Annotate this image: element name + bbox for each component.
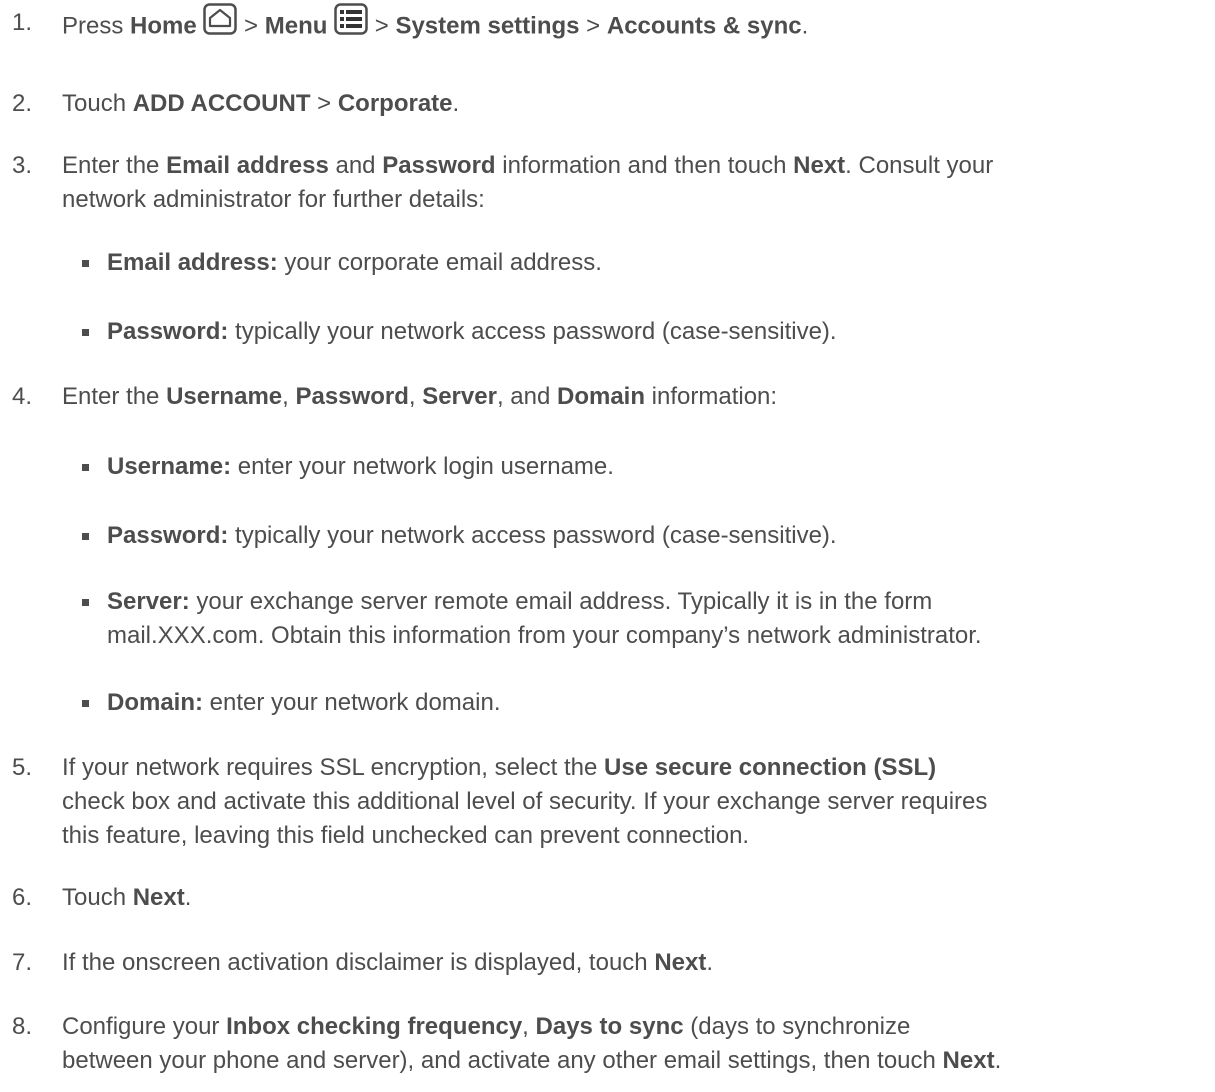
- substep-label: Password:: [107, 318, 229, 345]
- substep-label: Email address:: [107, 249, 278, 276]
- step-text-part: information and then touch: [495, 152, 794, 179]
- step-text-part: Enter the: [62, 383, 167, 410]
- step-text-part: Configure your: [62, 1013, 227, 1040]
- step-number: 1.: [12, 9, 33, 36]
- step-text-part: Press: [62, 12, 131, 40]
- step-text-part: .: [801, 12, 809, 40]
- server-label: Server: [422, 383, 497, 410]
- step-text: If the onscreen activation disclaimer is…: [62, 946, 1212, 980]
- step-text-part: and: [328, 152, 383, 179]
- step-text: Enter the Email address and Password inf…: [62, 149, 1212, 183]
- step-number: 4.: [12, 383, 33, 410]
- step-text-part: ,: [408, 383, 423, 410]
- step-text-part: >: [237, 12, 265, 40]
- step-text: Enter the Username, Password, Server, an…: [62, 380, 1212, 414]
- step-number: 8.: [12, 1013, 33, 1040]
- step-text: If your network requires SSL encryption,…: [62, 751, 1212, 785]
- home-key-label: Home: [130, 12, 197, 40]
- step-number: 5.: [12, 754, 33, 781]
- step-text-continued: network administrator for further detail…: [62, 186, 485, 213]
- username-label: Username: [166, 383, 283, 410]
- step-text-continued: between your phone and server), and acti…: [62, 1044, 1001, 1078]
- bullet-icon: [82, 700, 89, 707]
- accounts-sync-label: Accounts & sync: [606, 12, 802, 40]
- substep-text: Password: typically your network access …: [107, 519, 837, 553]
- step-text-part: between your phone and server), and acti…: [62, 1047, 943, 1074]
- step-text-part: >: [579, 12, 607, 40]
- next-label: Next: [793, 152, 846, 179]
- substep-desc: typically your network access password (…: [228, 318, 837, 345]
- step-text-part: .: [994, 1047, 1002, 1074]
- step-text: Configure your Inbox checking frequency,…: [62, 1010, 1212, 1044]
- step-text-part: Enter the: [62, 152, 167, 179]
- substep-desc: typically your network access password (…: [228, 522, 837, 549]
- substep-desc: your corporate email address.: [277, 249, 602, 276]
- step-text: Press Home > Menu > System settings > Ac…: [62, 3, 1212, 48]
- step-text-part: information:: [645, 383, 778, 410]
- bullet-icon: [82, 599, 89, 606]
- days-to-sync-label: Days to sync: [535, 1013, 684, 1040]
- inbox-checking-frequency-label: Inbox checking frequency: [226, 1013, 523, 1040]
- substep-text: Email address: your corporate email addr…: [107, 246, 602, 280]
- substep-text: Username: enter your network login usern…: [107, 450, 614, 484]
- step-text-part: (days to synchronize: [683, 1013, 911, 1040]
- step-text-part: , and: [496, 383, 557, 410]
- step-text-part: Touch: [62, 884, 133, 911]
- substep-text: Domain: enter your network domain.: [107, 686, 500, 720]
- step-number: 3.: [12, 152, 33, 179]
- substep-label: Username:: [107, 453, 232, 480]
- step-text-part: Touch: [62, 90, 133, 117]
- next-label: Next: [132, 884, 185, 911]
- menu-key-label: Menu: [264, 12, 328, 40]
- step-text-part: .: [706, 949, 714, 976]
- domain-label: Domain: [556, 383, 645, 410]
- substep-text: Password: typically your network access …: [107, 315, 837, 349]
- substep-text-continued: mail.XXX.com. Obtain this information fr…: [107, 622, 982, 649]
- system-settings-label: System settings: [395, 12, 580, 40]
- substep-label: Server:: [107, 588, 190, 615]
- password-label: Password: [382, 152, 496, 179]
- substep-label: Domain:: [107, 689, 203, 716]
- substep-text: Server: your exchange server remote emai…: [107, 585, 932, 619]
- step-text-part: ,: [282, 383, 296, 410]
- password-label: Password: [295, 383, 409, 410]
- step-text-part: >: [368, 12, 396, 40]
- step-text-part: If your network requires SSL encryption,…: [62, 754, 605, 781]
- substep-desc: enter your network login username.: [231, 453, 614, 480]
- bullet-icon: [82, 260, 89, 267]
- step-number: 7.: [12, 949, 33, 976]
- use-secure-connection-label: Use secure connection (SSL): [604, 754, 937, 781]
- step-text-part: If the onscreen activation disclaimer is…: [62, 949, 655, 976]
- corporate-label: Corporate: [337, 90, 453, 117]
- substep-desc: your exchange server remote email addres…: [189, 588, 933, 615]
- step-text-part: . Consult your: [845, 152, 994, 179]
- home-icon: [203, 3, 238, 45]
- step-text-part: >: [310, 90, 338, 117]
- step-text: Touch Next.: [62, 881, 1212, 915]
- menu-icon: [334, 3, 368, 45]
- step-text-continued: this feature, leaving this field uncheck…: [62, 822, 750, 849]
- substep-label: Password:: [107, 522, 229, 549]
- step-text-part: .: [452, 90, 460, 117]
- step-number: 2.: [12, 90, 33, 117]
- step-text: Touch ADD ACCOUNT > Corporate.: [62, 87, 1212, 121]
- next-label: Next: [942, 1047, 995, 1074]
- step-text-continued: check box and activate this additional l…: [62, 788, 988, 815]
- bullet-icon: [82, 533, 89, 540]
- next-label: Next: [654, 949, 707, 976]
- step-text-part: ,: [522, 1013, 536, 1040]
- substep-desc: enter your network domain.: [203, 689, 501, 716]
- step-text-part: .: [184, 884, 192, 911]
- add-account-label: ADD ACCOUNT: [132, 90, 311, 117]
- step-number: 6.: [12, 884, 33, 911]
- bullet-icon: [82, 329, 89, 336]
- email-address-label: Email address: [166, 152, 329, 179]
- bullet-icon: [82, 464, 89, 471]
